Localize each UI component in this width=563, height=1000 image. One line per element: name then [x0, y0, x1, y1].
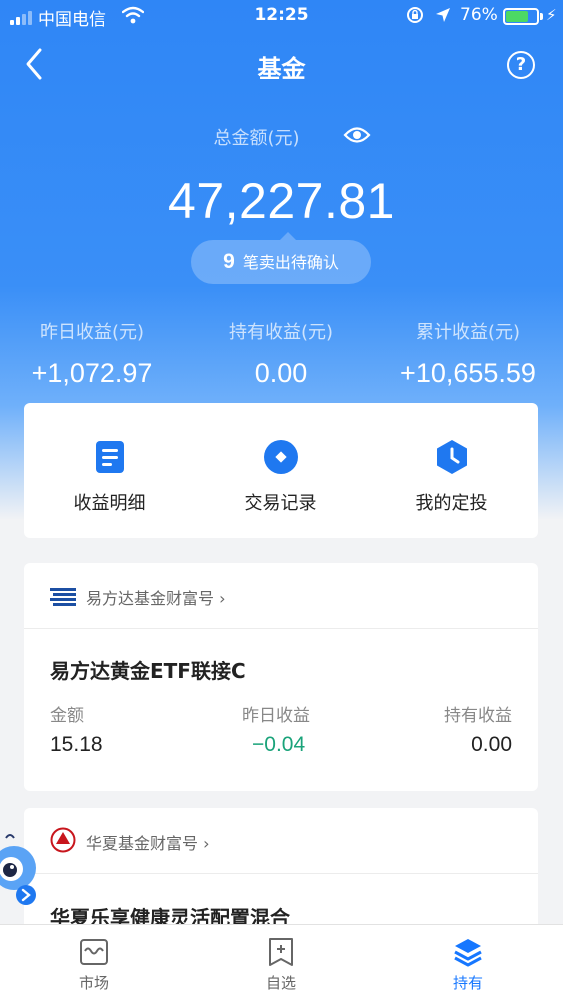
fund-company-header[interactable]: 易方达基金财富号 ›: [24, 563, 538, 629]
stat-cumulative: 累计收益(元) +10,655.59: [400, 322, 536, 388]
location-icon: [436, 8, 450, 22]
record-icon: [264, 440, 298, 474]
fund-holding-value: 0.00: [471, 733, 512, 756]
charging-icon: ⚡: [546, 6, 557, 24]
battery-percent: 76%: [460, 5, 498, 25]
fund-company-name: 易方达基金财富号 ›: [86, 589, 226, 608]
fund-company-header[interactable]: 华夏基金财富号 ›: [24, 808, 538, 874]
action-earnings-detail[interactable]: 收益明细: [24, 403, 195, 538]
col-amount-label: 金额: [50, 706, 84, 726]
col-holding-label: 持有收益: [444, 706, 512, 726]
pending-count: 9: [223, 250, 235, 273]
pending-text: 笔卖出待确认: [242, 253, 339, 272]
orientation-lock-icon: [407, 7, 423, 23]
fund-card[interactable]: 易方达基金财富号 › 易方达黄金ETF联接C 金额 昨日收益 持有收益 15.1…: [24, 563, 538, 791]
document-icon: [96, 441, 124, 473]
mascot-icon[interactable]: [0, 832, 42, 912]
efunds-logo-icon: [50, 588, 76, 606]
fund-amount-value: 15.18: [50, 733, 103, 756]
fund-name: 易方达黄金ETF联接C: [50, 659, 246, 683]
clock-icon: [437, 440, 467, 474]
help-icon[interactable]: ?: [507, 51, 535, 79]
action-my-auto-invest[interactable]: 我的定投: [366, 403, 537, 538]
quick-actions: 收益明细 交易记录 我的定投: [24, 403, 538, 538]
eye-icon[interactable]: [343, 125, 371, 145]
bottom-tab-bar: 市场 自选 持有: [0, 924, 563, 1000]
market-icon: [80, 939, 108, 965]
total-amount-value: 47,227.81: [168, 173, 395, 229]
fund-card[interactable]: 华夏基金财富号 › 华夏乐享健康灵活配置混合: [24, 808, 538, 930]
pending-sell-badge[interactable]: 9 笔卖出待确认: [191, 240, 371, 284]
total-amount-label: 总金额(元): [213, 128, 300, 149]
action-trade-records[interactable]: 交易记录: [195, 403, 366, 538]
page-title: 基金: [257, 55, 306, 83]
holdings-icon: [454, 939, 482, 967]
battery-icon: [503, 8, 539, 25]
nav-bar: 基金 ?: [0, 32, 563, 94]
fund-yesterday-value: −0.04: [252, 733, 306, 756]
chinaamc-logo-icon: [50, 827, 76, 853]
fund-company-name: 华夏基金财富号 ›: [86, 834, 210, 853]
stat-yesterday: 昨日收益(元) +1,072.97: [31, 322, 153, 388]
watchlist-icon: [269, 938, 293, 966]
status-bar: 中国电信 12:25 76% ⚡: [0, 0, 563, 32]
stat-holding: 持有收益(元) 0.00: [228, 322, 334, 388]
col-yesterday-label: 昨日收益: [242, 706, 310, 726]
